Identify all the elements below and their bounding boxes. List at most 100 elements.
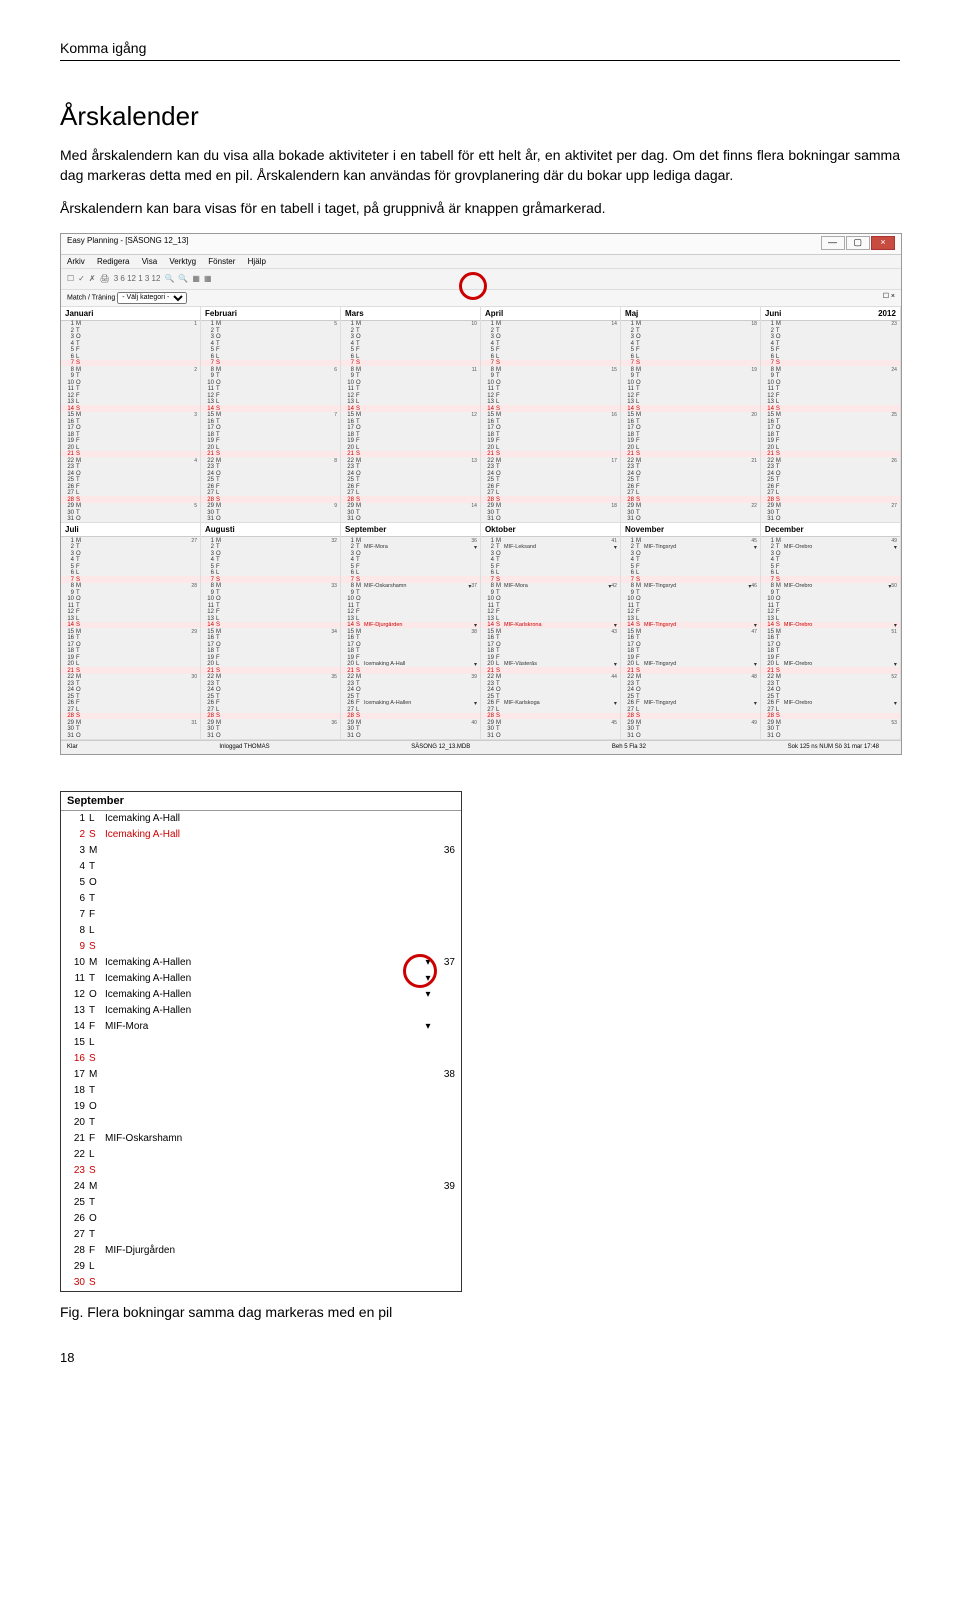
year-calendar-screenshot: Easy Planning - [SÄSONG 12_13] — ▢ × Ark…	[60, 233, 902, 755]
menu-hjalp[interactable]: Hjälp	[248, 257, 266, 266]
calendar-day[interactable]: 14SMIF-Tingsryd▾	[621, 622, 760, 629]
detail-day-row[interactable]: 5O	[61, 875, 461, 891]
category-select[interactable]: - Välj kategori -	[117, 292, 187, 304]
calendar-day[interactable]: 31O	[761, 732, 900, 739]
calendar-day[interactable]: 14SMIF-Djurgården▾	[341, 622, 480, 629]
calendar-day[interactable]: 31O	[341, 732, 480, 739]
calendar-day[interactable]: 20LMIF-Tingsryd▾	[621, 661, 760, 668]
close-button[interactable]: ×	[871, 236, 895, 250]
detail-day-row[interactable]: 2SIcemaking A-Hall	[61, 827, 461, 843]
detail-day-row[interactable]: 8L	[61, 923, 461, 939]
status-db: SÄSONG 12_13.MDB	[411, 744, 470, 750]
detail-day-row[interactable]: 4T	[61, 859, 461, 875]
calendar-day[interactable]: 20LIcemaking A-Hall▾	[341, 661, 480, 668]
calendar-day[interactable]: 31O	[61, 732, 200, 739]
calendar-day[interactable]: 8MMIF-Tingsryd▾46	[621, 583, 760, 590]
status-user: Inloggad THOMAS	[219, 744, 269, 750]
calendar-day[interactable]: 26FMIF-Tingsryd▾	[621, 700, 760, 707]
detail-day-row[interactable]: 24M39	[61, 1179, 461, 1195]
calendar-day[interactable]: 31O	[61, 516, 200, 523]
detail-day-row[interactable]: 6T	[61, 891, 461, 907]
calendar-day[interactable]: 26FMIF-Karlskoga▾	[481, 700, 620, 707]
month-header: Juni2012	[761, 307, 900, 321]
calendar-day[interactable]: 31O	[621, 516, 760, 523]
multi-booking-arrow-icon[interactable]: ▾	[421, 1021, 435, 1032]
calendar-day[interactable]: 2TMIF-Tingsryd▾	[621, 544, 760, 551]
menu-redigera[interactable]: Redigera	[97, 257, 129, 266]
calendar-day[interactable]: 2TMIF-Leksand▾	[481, 544, 620, 551]
detail-day-row[interactable]: 12OIcemaking A-Hallen▾	[61, 987, 461, 1003]
month-header: December	[761, 523, 900, 537]
month-header: September	[341, 523, 480, 537]
detail-day-row[interactable]: 22L	[61, 1147, 461, 1163]
figure-caption: Fig. Flera bokningar samma dag markeras …	[60, 1304, 900, 1320]
calendar-icon[interactable]: ▦	[192, 274, 200, 283]
month-header: Oktober	[481, 523, 620, 537]
calendar-day[interactable]: 31O	[621, 732, 760, 739]
calendar-day[interactable]: 31O	[481, 732, 620, 739]
detail-day-row[interactable]: 30S	[61, 1275, 461, 1291]
calendar-day[interactable]: 2TMIF-Örebro▾	[761, 544, 900, 551]
detail-day-row[interactable]: 16S	[61, 1051, 461, 1067]
multi-booking-arrow-icon[interactable]: ▾	[421, 957, 435, 968]
toolbar: ☐ ✓ ✗ 🖨 3 6 12 1 3 12 🔍 🔍 ▦ ▦	[61, 269, 901, 290]
toolbar-nums: 3 6 12 1 3 12	[114, 274, 161, 283]
maximize-button[interactable]: ▢	[846, 236, 870, 250]
calendar-day[interactable]: 20LMIF-Örebro▾	[761, 661, 900, 668]
detail-day-row[interactable]: 18T	[61, 1083, 461, 1099]
calendar-day[interactable]: 14SMIF-Örebro▾	[761, 622, 900, 629]
toolbar-icon[interactable]: ✓	[78, 274, 85, 283]
detail-day-row[interactable]: 19O	[61, 1099, 461, 1115]
detail-day-row[interactable]: 9S	[61, 939, 461, 955]
detail-day-row[interactable]: 10MIcemaking A-Hallen▾37	[61, 955, 461, 971]
toolbar-icon[interactable]: ✗	[89, 274, 96, 283]
detail-day-row[interactable]: 11TIcemaking A-Hallen▾	[61, 971, 461, 987]
window-buttons: — ▢ ×	[822, 236, 895, 252]
multi-booking-arrow-icon[interactable]: ▾	[421, 973, 435, 984]
minimize-button[interactable]: —	[821, 236, 845, 250]
detail-day-row[interactable]: 1LIcemaking A-Hall	[61, 811, 461, 827]
calendar-grid: Januari1M12T3O4T5F6L7S8M29T10O11T12F13L1…	[61, 307, 901, 740]
september-detail: September 1LIcemaking A-Hall2SIcemaking …	[60, 791, 462, 1292]
detail-day-row[interactable]: 21FMIF-Oskarshamn	[61, 1131, 461, 1147]
filter-close-icon[interactable]: ☐ ×	[883, 292, 895, 304]
year-calendar-button[interactable]: ▦	[204, 274, 212, 283]
calendar-day[interactable]: 8MMIF-Oskarshamn▾37	[341, 583, 480, 590]
detail-day-row[interactable]: 14FMIF-Mora▾	[61, 1019, 461, 1035]
calendar-day[interactable]: 26FIcemaking A-Hallen▾	[341, 700, 480, 707]
calendar-day[interactable]: 14SMIF-Karlskrona▾	[481, 622, 620, 629]
detail-day-row[interactable]: 3M36	[61, 843, 461, 859]
detail-day-row[interactable]: 20T	[61, 1115, 461, 1131]
calendar-day[interactable]: 2TMIF-Mora▾	[341, 544, 480, 551]
calendar-day[interactable]: 31O	[341, 516, 480, 523]
calendar-day[interactable]: 26FMIF-Örebro▾	[761, 700, 900, 707]
detail-day-row[interactable]: 17M38	[61, 1067, 461, 1083]
multi-booking-arrow-icon[interactable]: ▾	[421, 989, 435, 1000]
detail-day-row[interactable]: 26O	[61, 1211, 461, 1227]
detail-day-row[interactable]: 7F	[61, 907, 461, 923]
detail-day-row[interactable]: 13TIcemaking A-Hallen	[61, 1003, 461, 1019]
calendar-day[interactable]: 8MMIF-Örebro▾50	[761, 583, 900, 590]
detail-day-row[interactable]: 27T	[61, 1227, 461, 1243]
calendar-day[interactable]: 31O	[201, 516, 340, 523]
menu-verktyg[interactable]: Verktyg	[169, 257, 196, 266]
window-title: Easy Planning - [SÄSONG 12_13]	[67, 236, 188, 252]
menu-fonster[interactable]: Fönster	[208, 257, 235, 266]
zoom-in-icon[interactable]: 🔍	[164, 274, 174, 283]
calendar-day[interactable]: 31O	[481, 516, 620, 523]
detail-day-row[interactable]: 23S	[61, 1163, 461, 1179]
detail-day-row[interactable]: 29L	[61, 1259, 461, 1275]
toolbar-icon[interactable]: ☐	[67, 274, 74, 283]
calendar-day[interactable]: 20LMIF-Västerås▾	[481, 661, 620, 668]
print-icon[interactable]: 🖨	[100, 274, 110, 283]
zoom-out-icon[interactable]: 🔍	[178, 274, 188, 283]
calendar-day[interactable]: 31O	[761, 516, 900, 523]
menu-arkiv[interactable]: Arkiv	[67, 257, 85, 266]
detail-day-row[interactable]: 25T	[61, 1195, 461, 1211]
detail-day-row[interactable]: 28FMIF-Djurgården	[61, 1243, 461, 1259]
detail-day-row[interactable]: 15L	[61, 1035, 461, 1051]
month-header: Mars	[341, 307, 480, 321]
menu-visa[interactable]: Visa	[142, 257, 157, 266]
calendar-day[interactable]: 8MMIF-Mora▾42	[481, 583, 620, 590]
calendar-day[interactable]: 31O	[201, 732, 340, 739]
